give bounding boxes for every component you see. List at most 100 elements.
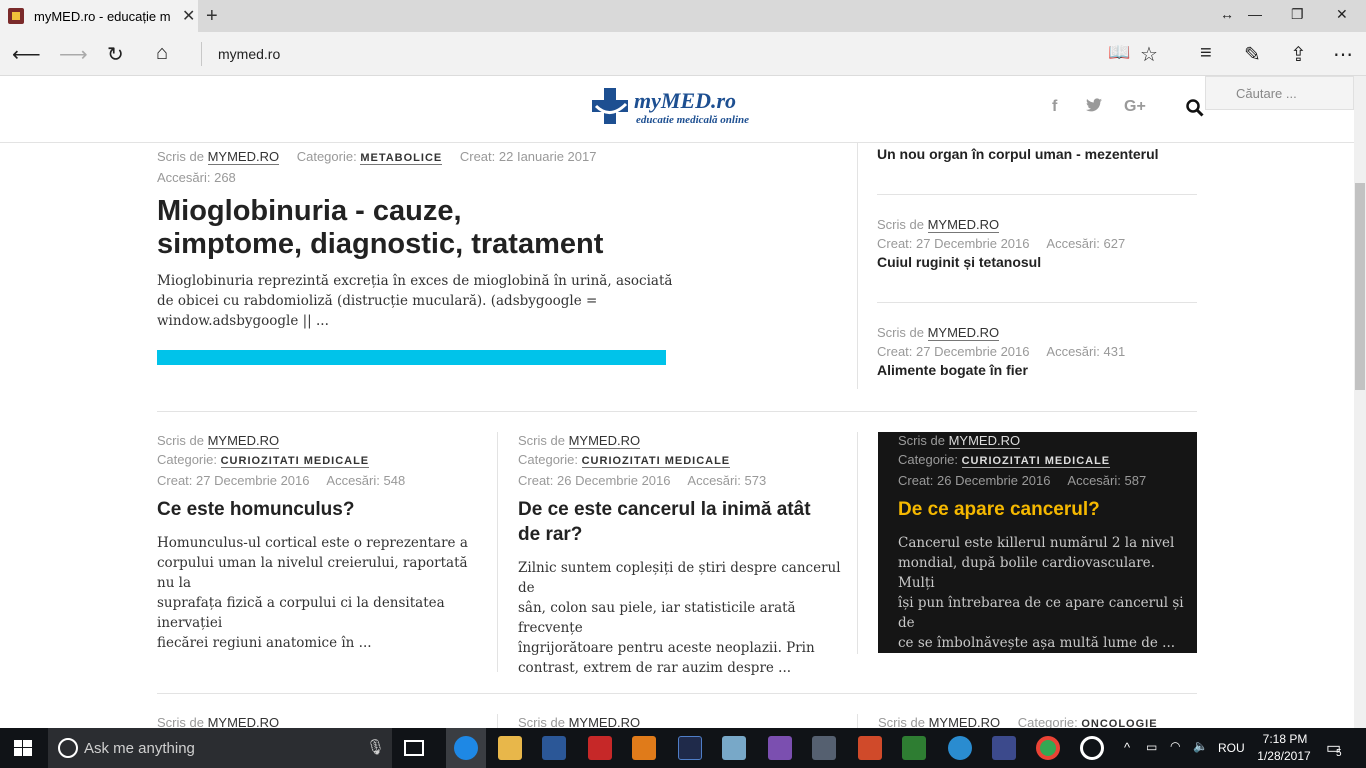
wifi-icon[interactable]: ◠ [1170,739,1180,753]
drawing-app-icon[interactable] [992,736,1016,760]
home-icon[interactable]: ⌂ [156,42,168,65]
favorite-star-icon[interactable]: ☆ [1140,42,1158,67]
category-link[interactable]: CURIOZITATI MEDICALE [220,455,370,468]
author-link[interactable]: MYMED.RO [207,149,280,165]
excel-app-icon[interactable] [902,736,926,760]
calculator-app-icon[interactable] [948,736,972,760]
word-app-icon[interactable] [542,736,566,760]
active-tab[interactable]: myMED.ro - educație m ✕ [0,0,198,32]
site-search-input[interactable]: Căutare ... [1205,76,1354,110]
sidebar-divider [857,143,858,389]
created-date: 26 Decembrie 2016 [557,473,671,488]
views-label: Accesări: [326,473,380,488]
views-count: 587 [1124,473,1147,488]
views-label: Accesări: [157,170,211,185]
created-date: 27 Decembrie 2016 [196,473,310,488]
author-link[interactable]: MYMED.RO [568,433,641,449]
microphone-icon[interactable]: 🎙 [366,738,385,756]
sidebar-item-title[interactable]: Un nou organ în corpul uman - mezenterul [877,146,1159,162]
xray-app-icon[interactable] [812,736,836,760]
excerpt-line: fiecărei regiuni anatomice în ... [157,635,372,651]
powerpoint-app-icon[interactable] [858,736,882,760]
hub-icon[interactable]: ≡ [1200,42,1212,65]
scrollbar-thumb[interactable] [1355,183,1365,390]
language-indicator[interactable]: ROU [1218,741,1245,755]
sidebar-item-title[interactable]: Alimente bogate în fier [877,362,1028,378]
site-logo[interactable]: myMED.ro educatie medicală online [588,86,768,134]
cortana-search-box[interactable]: Ask me anything 🎙 [48,728,392,768]
forward-icon[interactable]: ⟶ [59,42,88,67]
tab-resize-icon[interactable]: ↔ [1220,6,1234,22]
chrome-app-icon[interactable] [1036,736,1060,760]
tab-close-icon[interactable]: ✕ [182,6,195,26]
clock-date[interactable]: 1/28/2017 [1254,749,1314,763]
views-count: 431 [1103,344,1126,359]
excerpt-line: ce se îmbolnăvește așa multă lume de ... [898,635,1176,651]
address-divider [201,42,202,66]
excerpt-line: Mioglobinuria reprezintă excreția în exc… [157,273,673,289]
category-link[interactable]: CURIOZITATI MEDICALE [581,455,731,468]
facebook-icon[interactable]: f [1052,98,1057,116]
section-separator [157,411,1197,412]
card-title[interactable]: De ce apare cancerul? [898,497,1188,522]
section-separator [157,693,1197,694]
category-link[interactable]: METABOLICE [360,152,443,165]
share-icon[interactable]: ⇪ [1290,42,1307,67]
written-by-label: Scris de [877,325,924,340]
logo-name: myMED.ro [634,88,737,113]
created-date: 26 Decembrie 2016 [937,473,1051,488]
card-title[interactable]: Ce este homunculus? [157,497,477,522]
medical-cross-logo-icon [592,88,628,124]
featured-dark-card[interactable]: Scris de MYMED.RO Categorie: CURIOZITATI… [878,432,1197,653]
featured-title[interactable]: Mioglobinuria - cauze, simptome, diagnos… [157,195,677,261]
author-link[interactable]: MYMED.RO [927,217,1000,233]
battery-icon[interactable]: ▭ [1146,740,1157,754]
tab-bar: myMED.ro - educație m ✕ + ↔ — ❐ ✕ [0,0,1366,32]
edge-app-icon[interactable] [454,736,478,760]
restore-icon[interactable]: ❐ [1291,6,1304,23]
author-link[interactable]: MYMED.RO [948,433,1021,449]
close-window-icon[interactable]: ✕ [1336,6,1348,23]
google-plus-icon[interactable]: G+ [1124,98,1146,116]
windows-start-icon[interactable] [14,740,32,756]
excerpt-line: de obicei cu rabdomioliză (distrucție mu… [157,293,598,309]
created-date: 22 Ianuarie 2017 [498,149,597,164]
card-meta: Scris de MYMED.RO Categorie: CURIOZITATI… [518,431,838,490]
written-by-label: Scris de [877,217,924,232]
written-by-label: Scris de [518,433,565,448]
photoshop-app-icon[interactable] [678,736,702,760]
reading-view-icon[interactable]: 📖 [1108,42,1130,63]
card-title-line: Ce este homunculus? [157,499,355,520]
show-hidden-icons-icon[interactable]: ^ [1124,740,1130,755]
author-link[interactable]: MYMED.RO [927,325,1000,341]
search-icon[interactable] [1186,99,1204,117]
card-title-line: de rar? [518,524,583,545]
views-count: 627 [1103,236,1126,251]
filezilla-app-icon[interactable] [588,736,612,760]
views-label: Accesări: [687,473,741,488]
category-link[interactable]: CURIOZITATI MEDICALE [961,455,1111,468]
sidebar-item-title[interactable]: Cuiul ruginit și tetanosul [877,254,1041,270]
onenote-app-icon[interactable] [768,736,792,760]
generic-app-icon[interactable] [722,736,746,760]
minimize-icon[interactable]: — [1248,6,1262,22]
address-bar[interactable]: mymed.ro [218,46,280,62]
twitter-icon[interactable] [1086,98,1102,117]
back-icon[interactable]: ⟵ [12,42,41,67]
excerpt-line: suprafața fizică a corpului ci la densit… [157,595,445,631]
excerpt-line: sân, colon sau piele, iar statisticile a… [518,600,796,636]
refresh-icon[interactable]: ↻ [107,42,124,67]
groove-app-icon[interactable] [1080,736,1104,760]
outlook-app-icon[interactable] [632,736,656,760]
card-title[interactable]: De ce este cancerul la inimă atât de rar… [518,497,838,547]
task-view-icon[interactable] [404,740,424,756]
scrollbar-track[interactable] [1354,76,1366,728]
volume-icon[interactable]: 🔈 [1193,739,1208,753]
clock-time[interactable]: 7:18 PM [1260,732,1310,746]
author-link[interactable]: MYMED.RO [207,433,280,449]
web-note-icon[interactable]: ✎ [1244,42,1261,67]
new-tab-icon[interactable]: + [206,5,218,28]
excerpt-line: mondial, după bolile cardiovasculare. Mu… [898,555,1155,591]
more-icon[interactable]: ⋯ [1333,42,1353,67]
file-explorer-icon[interactable] [498,736,522,760]
